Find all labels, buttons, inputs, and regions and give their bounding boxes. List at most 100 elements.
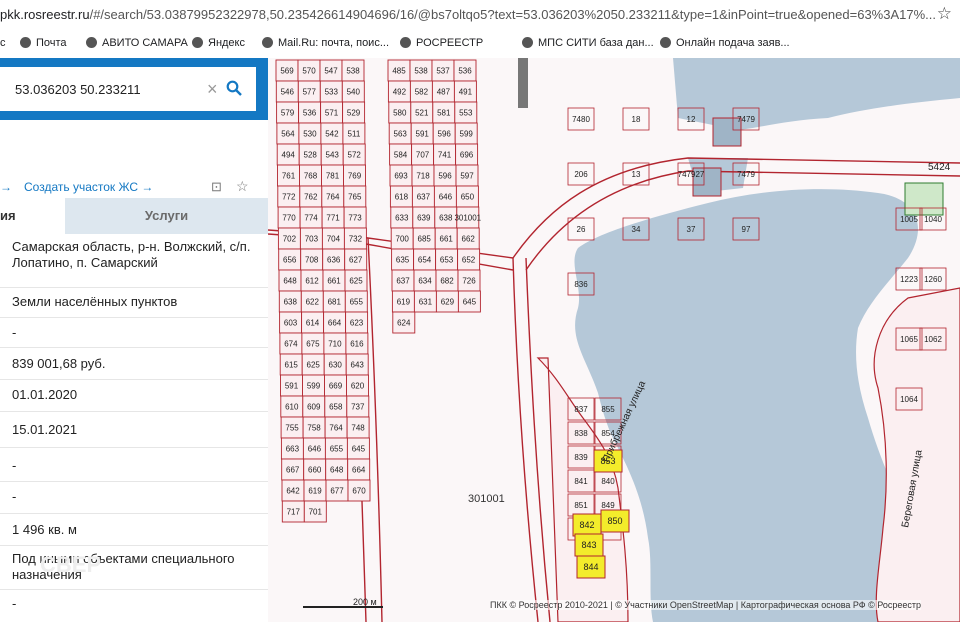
parcel-label: 538 [414, 67, 428, 76]
parcel-label: 836 [574, 280, 588, 289]
parcel-label: 677 [330, 487, 344, 496]
info-value: 1 496 кв. м [12, 522, 77, 537]
parcel-label: 579 [281, 109, 295, 118]
info-value: Самарская область, р-н. Волжский, с/п. Л… [12, 239, 251, 270]
parcel-label: 616 [350, 340, 364, 349]
parcel-label: 653 [440, 256, 454, 265]
parcel-label: 18 [632, 115, 641, 124]
parcel-label: 612 [305, 277, 319, 286]
parcel-label: 633 [395, 214, 409, 223]
bookmark-item[interactable]: Mail.Ru: почта, поис... [262, 37, 389, 49]
parcel-label: 646 [439, 193, 453, 202]
info-row-date: 15.01.2021 [0, 412, 268, 448]
bookmark-item[interactable]: Яндекс [192, 37, 245, 49]
info-row-category: Земли населённых пунктов [0, 288, 268, 318]
parcel-label: 664 [328, 319, 342, 328]
tab-info[interactable]: ия [0, 198, 65, 234]
parcel-label: 843 [581, 540, 596, 550]
parcel-label: 674 [284, 340, 298, 349]
parcel-label: 26 [577, 225, 586, 234]
parcel-label: 762 [304, 193, 318, 202]
map-attribution: ПКК © Росреестр 2010-2021 | © Участники … [490, 600, 922, 610]
parcel-label: 97 [742, 225, 751, 234]
parcel-label: 769 [348, 172, 362, 181]
info-row-cost: 839 001,68 руб. [0, 348, 268, 380]
find-on-map-icon[interactable]: ⊡ [211, 179, 222, 195]
bookmark-item[interactable]: МПС СИТИ база дан... [522, 37, 654, 49]
parcel-label: 718 [416, 172, 430, 181]
info-value: 839 001,68 руб. [12, 356, 106, 371]
parcel-label: 591 [416, 130, 430, 139]
parcel-label: 771 [326, 214, 340, 223]
info-value: - [12, 325, 17, 340]
cadastral-map[interactable]: 569 570 547 538 546 577 533 540 579 536 571 529 564 5… [268, 58, 960, 622]
parcel-label: 639 [417, 214, 431, 223]
parcel-label: 1040 [924, 215, 942, 224]
parcel-label: 580 [393, 109, 407, 118]
parcel-label: 765 [348, 193, 362, 202]
action-link[interactable]: → [0, 180, 12, 194]
tab-services[interactable]: Услуги [65, 198, 268, 234]
parcel-label: 726 [462, 277, 476, 286]
bookmark-item[interactable]: Почта [20, 37, 67, 49]
parcel-label: 597 [460, 172, 474, 181]
parcel-label: 540 [347, 88, 361, 97]
parcel-label: 662 [462, 235, 476, 244]
parcel-label: 663 [286, 445, 300, 454]
parcel-label: 582 [415, 88, 429, 97]
url-text[interactable]: pkk.rosreestr.ru/#/search/53.03879952322… [0, 7, 936, 22]
globe-icon [86, 37, 97, 48]
parcel-label: 543 [326, 151, 340, 160]
parcel-label: 629 [441, 298, 455, 307]
bookmark-left-cut[interactable]: с [0, 37, 6, 49]
parcel-label: 596 [438, 130, 452, 139]
scale-label: 200 м [353, 597, 377, 607]
parcel-label: 7480 [572, 115, 590, 124]
parcel-label: 533 [325, 88, 339, 97]
parcel-label: 599 [307, 382, 321, 391]
parcel-label: 487 [437, 88, 451, 97]
bookmark-star-icon[interactable]: ☆ [937, 4, 952, 24]
clear-icon[interactable]: × [207, 79, 218, 100]
parcel-label: 655 [350, 298, 364, 307]
parcel-label: 850 [607, 516, 622, 526]
browser-address-bar[interactable]: pkk.rosreestr.ru/#/search/53.03879952322… [0, 0, 960, 31]
info-row-date: 01.01.2020 [0, 380, 268, 412]
parcel-label: 1062 [924, 335, 942, 344]
globe-icon [20, 37, 31, 48]
parcel-label: 737 [351, 403, 365, 412]
parcel-label: 682 [440, 277, 454, 286]
parcel-label: 839 [574, 453, 588, 462]
bookmark-item[interactable]: АВИТО САМАРА [86, 37, 188, 49]
parcel-label: 642 [286, 487, 300, 496]
parcel-label: 577 [303, 88, 317, 97]
create-parcel-link[interactable]: Создать участок ЖС → [24, 180, 153, 194]
parcel-label: 707 [416, 151, 430, 160]
search-box[interactable]: 53.036203 50.233211 × [0, 67, 256, 111]
parcel-label: 636 [327, 256, 341, 265]
parcel-label: 1223 [900, 275, 918, 284]
bookmark-item[interactable]: Онлайн подача заяв... [660, 37, 790, 49]
parcel-label: 563 [394, 130, 408, 139]
globe-icon [660, 37, 671, 48]
info-row-area: 1 496 кв. м [0, 514, 268, 546]
parcel-label: 521 [415, 109, 429, 118]
map-canvas[interactable]: 569 570 547 538 546 577 533 540 579 536 571 529 564 5… [268, 58, 960, 622]
parcel-label: 619 [308, 487, 322, 496]
parcel-label: 781 [326, 172, 340, 181]
search-input[interactable]: 53.036203 50.233211 [15, 82, 141, 97]
favorite-star-icon[interactable]: ☆ [236, 178, 249, 195]
parcel-label: 625 [349, 277, 363, 286]
parcel-label: 704 [327, 235, 341, 244]
parcel-label: 529 [347, 109, 361, 118]
parcel-label: 660 [308, 466, 322, 475]
parcel-label: 538 [346, 67, 360, 76]
industrial-structure [518, 58, 528, 108]
bookmark-item[interactable]: РОСРЕЕСТР [400, 37, 483, 49]
search-icon[interactable] [226, 80, 242, 96]
parcel-label: 564 [281, 130, 295, 139]
parcel-label: 631 [419, 298, 433, 307]
parcel-label: 755 [285, 424, 299, 433]
parcel-label: 624 [397, 319, 411, 328]
parcel-label: 34 [632, 225, 641, 234]
